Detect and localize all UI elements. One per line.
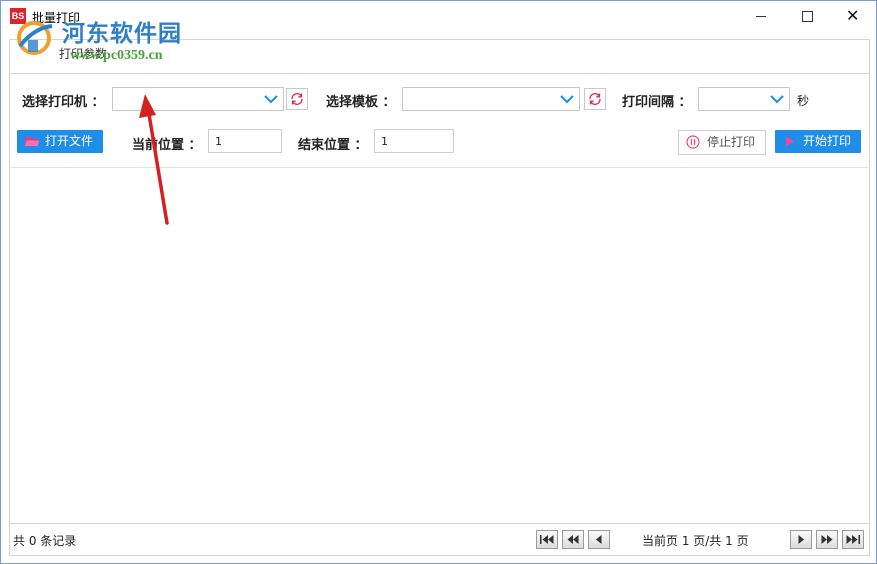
pause-icon xyxy=(686,135,700,149)
tab-divider xyxy=(9,73,869,74)
interval-label: 打印间隔 ： xyxy=(622,95,692,110)
template-refresh-button[interactable] xyxy=(584,88,606,110)
end-pos-label: 结束位置 ： xyxy=(298,138,368,153)
first-page-button[interactable] xyxy=(536,530,558,549)
current-pos-input[interactable]: 1 xyxy=(208,129,282,153)
last-page-button[interactable] xyxy=(842,530,864,549)
template-select[interactable] xyxy=(402,87,580,111)
maximize-icon xyxy=(802,11,813,22)
window-title: 批量打印 xyxy=(32,11,81,25)
open-file-button[interactable]: 打开文件 xyxy=(17,130,103,153)
next-icon xyxy=(798,535,804,544)
close-button[interactable]: ✕ xyxy=(830,1,876,31)
refresh-icon xyxy=(291,93,303,105)
prev-page-button[interactable] xyxy=(588,530,610,549)
open-file-label: 打开文件 xyxy=(45,134,94,148)
record-count: 共 0 条记录 xyxy=(13,534,77,548)
folder-icon xyxy=(25,137,39,146)
pager-bar: 共 0 条记录 当前页 1 页/共 1 页 xyxy=(10,523,868,554)
main-window: BS 批量打印 ✕ 打印参数 选择打印机 ： 选择模板 ： 打印间隔 ： 秒 打… xyxy=(0,0,877,564)
printer-label: 选择打印机 ： xyxy=(22,95,105,110)
chevron-down-icon xyxy=(264,95,278,104)
stop-print-button[interactable]: 停止打印 xyxy=(678,130,766,155)
close-icon: ✕ xyxy=(846,6,860,25)
maximize-button[interactable] xyxy=(784,1,830,31)
fast-forward-icon xyxy=(821,535,833,544)
current-pos-label: 当前位置 ： xyxy=(132,138,202,153)
rewind-icon xyxy=(567,535,579,544)
next-ten-button[interactable] xyxy=(816,530,838,549)
page-info: 当前页 1 页/共 1 页 xyxy=(642,534,749,548)
refresh-icon xyxy=(589,93,601,105)
start-print-button[interactable]: 开始打印 xyxy=(775,130,861,153)
app-icon: BS xyxy=(10,8,26,24)
prev-ten-button[interactable] xyxy=(562,530,584,549)
next-page-button[interactable] xyxy=(790,530,812,549)
start-print-label: 开始打印 xyxy=(803,134,852,148)
template-label: 选择模板 ： xyxy=(326,95,396,110)
title-bar: BS 批量打印 ✕ xyxy=(1,1,876,31)
first-page-icon xyxy=(540,535,554,544)
tab-print-params[interactable]: 打印参数 xyxy=(59,45,107,62)
minimize-button[interactable] xyxy=(738,1,784,31)
last-page-icon xyxy=(846,535,860,544)
chevron-down-icon xyxy=(560,95,574,104)
chevron-down-icon xyxy=(770,95,784,104)
printer-select[interactable] xyxy=(112,87,284,111)
interval-unit: 秒 xyxy=(797,94,810,108)
record-list-area[interactable] xyxy=(10,167,868,523)
interval-select[interactable] xyxy=(698,87,790,111)
play-icon xyxy=(786,136,794,147)
minimize-icon xyxy=(756,16,766,17)
prev-icon xyxy=(596,535,602,544)
end-pos-input[interactable]: 1 xyxy=(374,129,454,153)
printer-refresh-button[interactable] xyxy=(286,88,308,110)
stop-print-label: 停止打印 xyxy=(707,135,756,149)
